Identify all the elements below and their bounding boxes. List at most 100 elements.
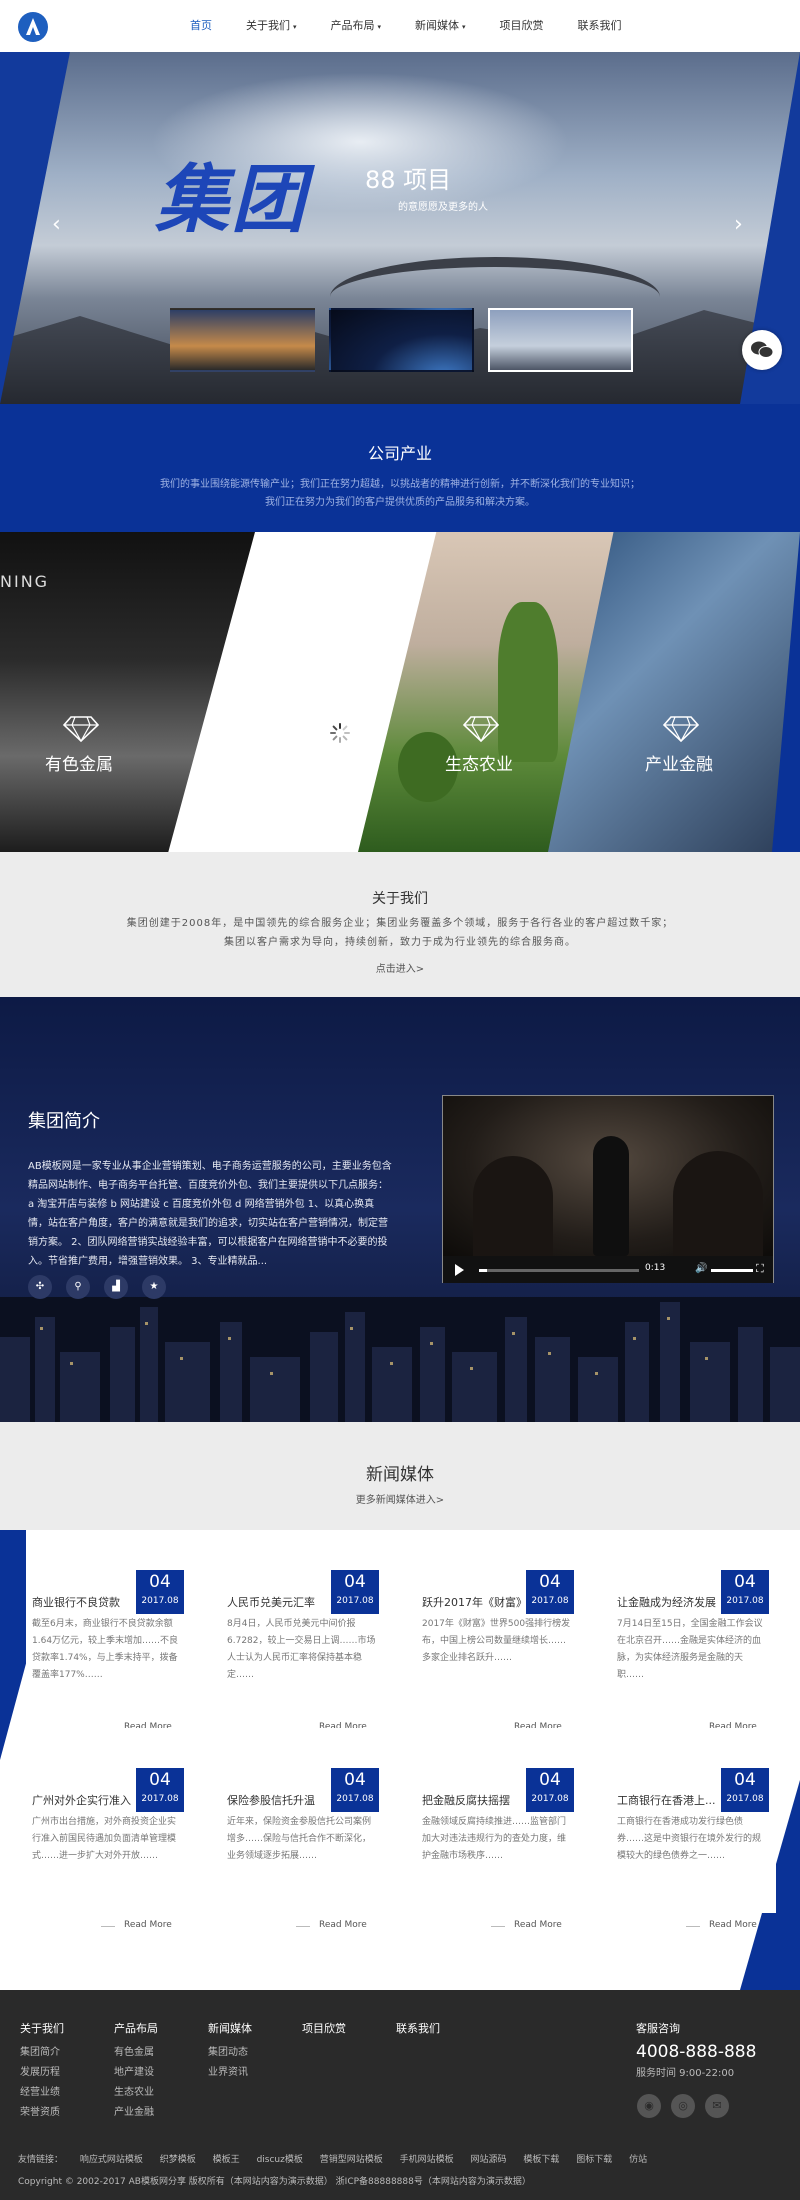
- footer-column: 项目欣赏: [302, 2020, 346, 2043]
- chevron-down-icon: ▾: [377, 23, 382, 31]
- volume-slider[interactable]: [711, 1269, 753, 1272]
- news-title[interactable]: 商业银行不良贷款: [32, 1594, 137, 1610]
- news-summary: 金融领域反腐持续推进……监管部门加大对违法违规行为的查处力度，维护金融市场秩序……: [422, 1817, 567, 1861]
- news-card[interactable]: 04 2017.08 广州对外企实行准入 广州市出台措施，对外商投资企业实行准入前…: [26, 1728, 191, 1930]
- news-title[interactable]: 跃升2017年《财富》: [422, 1594, 527, 1610]
- nav-item-news[interactable]: 新闻媒体 ▾: [415, 0, 466, 52]
- friend-link[interactable]: 模板王: [213, 2155, 240, 2165]
- news-more-link[interactable]: 更多新闻媒体进入>: [0, 1491, 800, 1506]
- contact-phone[interactable]: 4008-888-888: [636, 2042, 756, 2062]
- copyright: Copyright © 2002-2017 AB模板网分享 版权所有（本网站内容…: [18, 2177, 531, 2187]
- industry-description: 我们的事业围绕能源传输产业；我们正在努力超越，以挑战者的精神进行创新，并不断深化…: [160, 479, 640, 490]
- next-slide-arrow-icon[interactable]: ›: [734, 212, 743, 237]
- diamond-icon: [63, 716, 99, 742]
- footer-link[interactable]: 产业金融: [114, 2103, 158, 2123]
- industry-description: 我们正在努力为我们的客户提供优质的产品服务和解决方案。: [265, 497, 535, 508]
- friend-link[interactable]: 手机网站模板: [400, 2155, 454, 2165]
- about-more-link[interactable]: 点击进入>: [0, 960, 800, 975]
- news-card[interactable]: 04 2017.08 让金融成为经济发展 7月14日至15日，全国金融工作会议在北…: [611, 1530, 776, 1732]
- footer-heading[interactable]: 联系我们: [396, 2020, 440, 2036]
- footer-link[interactable]: 业界资讯: [208, 2063, 252, 2083]
- logo[interactable]: [18, 12, 48, 42]
- news-title[interactable]: 让金融成为经济发展: [617, 1594, 722, 1610]
- friend-link[interactable]: 图标下载: [576, 2155, 612, 2165]
- friend-link[interactable]: 营销型网站模板: [320, 2155, 383, 2165]
- news-title[interactable]: 人民币兑美元汇率: [227, 1594, 332, 1610]
- news-title[interactable]: 保险参股信托升温: [227, 1792, 332, 1808]
- panel-nonferrous[interactable]: NING: [0, 532, 255, 852]
- wechat-icon[interactable]: ✉: [705, 2094, 729, 2118]
- divider: [101, 1926, 115, 1927]
- diamond-icon: [663, 716, 699, 742]
- footer-link[interactable]: 有色金属: [114, 2043, 158, 2063]
- read-more-link[interactable]: Read More: [514, 1920, 562, 1930]
- site-header: 首页 关于我们 ▾ 产品布局 ▾ 新闻媒体 ▾ 项目欣赏 联系我们: [0, 0, 800, 52]
- friend-link[interactable]: 模板下载: [523, 2155, 559, 2165]
- friend-link[interactable]: discuz模板: [257, 2155, 303, 2165]
- star-icon[interactable]: ★: [142, 1275, 166, 1299]
- volume-icon[interactable]: 🔊: [695, 1263, 707, 1274]
- group-title: 集团简介: [28, 1111, 100, 1132]
- about-section: 关于我们 集团创建于2008年，是中国领先的综合服务企业；集团业务覆盖多个领域，…: [0, 852, 800, 997]
- friend-links: 友情链接： 响应式网站模板 织梦模板 模板王 discuz模板 营销型网站模板 …: [18, 2152, 788, 2165]
- friend-link[interactable]: 织梦模板: [160, 2155, 196, 2165]
- fullscreen-icon[interactable]: ⛶: [756, 1262, 764, 1276]
- slide-thumbnail[interactable]: [170, 308, 315, 372]
- hero-slider: 集团 88 项目 的意愿愿及更多的人 ‹ ›: [0, 52, 800, 404]
- news-card[interactable]: 04 2017.08 跃升2017年《财富》 2017年《财富》世界500强排行榜…: [416, 1530, 581, 1732]
- panel-label: 生态农业: [445, 755, 513, 775]
- footer-link[interactable]: 生态农业: [114, 2083, 158, 2103]
- news-title[interactable]: 广州对外企实行准入: [32, 1792, 137, 1808]
- qq-icon[interactable]: ◉: [637, 2094, 661, 2118]
- news-card[interactable]: 04 2017.08 人民币兑美元汇率 8月4日，人民币兑美元中间价报6.7282…: [221, 1530, 386, 1732]
- read-more-link[interactable]: Read More: [319, 1920, 367, 1930]
- footer-heading[interactable]: 关于我们: [20, 2020, 64, 2036]
- slide-thumbnails: [170, 308, 647, 372]
- nav-item-about[interactable]: 关于我们 ▾: [246, 0, 297, 52]
- weibo-icon[interactable]: ◎: [671, 2094, 695, 2118]
- read-more-link[interactable]: Read More: [709, 1920, 757, 1930]
- nav-item-products[interactable]: 产品布局 ▾: [331, 0, 382, 52]
- nav-item-projects[interactable]: 项目欣赏: [500, 0, 544, 52]
- section-title: 新闻媒体: [366, 1465, 434, 1485]
- chart-icon[interactable]: ▟: [104, 1275, 128, 1299]
- nav-item-home[interactable]: 首页: [190, 0, 212, 52]
- loading-spinner-icon: [330, 723, 350, 743]
- footer-link[interactable]: 经营业绩: [20, 2083, 64, 2103]
- nav-item-contact[interactable]: 联系我们: [578, 0, 622, 52]
- contact-heading: 客服咨询: [636, 2022, 680, 2035]
- wechat-float-icon[interactable]: [742, 330, 782, 370]
- slide-thumbnail-active[interactable]: [488, 308, 633, 372]
- industry-section: 公司产业 我们的事业围绕能源传输产业；我们正在努力超越，以挑战者的精神进行创新，…: [0, 404, 800, 532]
- footer-link[interactable]: 荣誉资质: [20, 2103, 64, 2123]
- video-figure: [673, 1151, 763, 1256]
- news-date-badge: 04 2017.08: [721, 1768, 769, 1812]
- news-card[interactable]: 04 2017.08 工商银行在香港上... 工商银行在香港成功发行绿色债券……这…: [611, 1728, 776, 1930]
- news-card[interactable]: 04 2017.08 商业银行不良贷款 截至6月末，商业银行不良贷款余额1.64万…: [26, 1530, 191, 1732]
- news-section-header: 新闻媒体 更多新闻媒体进入>: [0, 1422, 800, 1530]
- footer-link[interactable]: 地产建设: [114, 2063, 158, 2083]
- footer-heading[interactable]: 新闻媒体: [208, 2020, 252, 2036]
- footer-link[interactable]: 集团简介: [20, 2043, 64, 2063]
- read-more-link[interactable]: Read More: [124, 1920, 172, 1930]
- friend-link[interactable]: 仿站: [629, 2155, 647, 2165]
- slide-thumbnail[interactable]: [329, 308, 474, 372]
- news-card[interactable]: 04 2017.08 保险参股信托升温 近年来，保险资金参股信托公司案例增多……保…: [221, 1728, 386, 1930]
- prev-slide-arrow-icon[interactable]: ‹: [52, 212, 61, 237]
- news-title[interactable]: 把金融反腐扶摇摆: [422, 1792, 527, 1808]
- video-progress-track[interactable]: [479, 1269, 639, 1272]
- news-date-badge: 04 2017.08: [331, 1768, 379, 1812]
- footer-column: 联系我们: [396, 2020, 440, 2043]
- share-icon[interactable]: ✣: [28, 1275, 52, 1299]
- news-title[interactable]: 工商银行在香港上...: [617, 1792, 722, 1808]
- footer-heading[interactable]: 产品布局: [114, 2020, 158, 2036]
- news-card[interactable]: 04 2017.08 把金融反腐扶摇摆 金融领域反腐持续推进……监管部门加大对违法…: [416, 1728, 581, 1930]
- footer-link[interactable]: 集团动态: [208, 2043, 252, 2063]
- video-player[interactable]: 0:13 🔊 ⛶: [442, 1095, 774, 1283]
- play-icon[interactable]: [455, 1264, 464, 1276]
- friend-link[interactable]: 响应式网站模板: [80, 2155, 143, 2165]
- friend-link[interactable]: 网站源码: [471, 2155, 507, 2165]
- footer-heading[interactable]: 项目欣赏: [302, 2020, 346, 2036]
- footer-link[interactable]: 发展历程: [20, 2063, 64, 2083]
- link-icon[interactable]: ⚲: [66, 1275, 90, 1299]
